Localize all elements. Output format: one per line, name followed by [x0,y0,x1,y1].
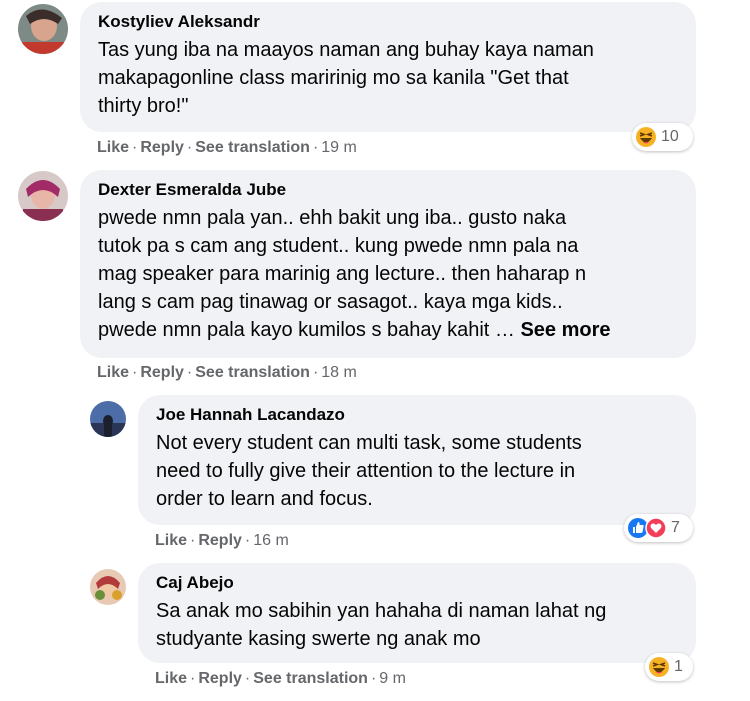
like-link[interactable]: Like [97,139,129,156]
comment-line: tutok pa s cam ang student.. kung pwede … [98,235,579,257]
like-link[interactable]: Like [97,364,129,381]
reply-link[interactable]: Reply [140,364,184,381]
reply-line: Sa anak mo sabihin yan hahaha di naman l… [156,600,607,622]
avatar[interactable] [90,401,126,437]
separator: · [190,532,196,549]
separator: · [132,364,138,381]
comment-line: mag speaker para marinig ang lecture.. t… [98,263,587,285]
comment-author[interactable]: Kostyliev Aleksandr [98,11,678,33]
separator: · [132,139,138,156]
separator: · [370,670,377,687]
comment-actions: Like · Reply · See translation · 19 m [97,139,357,157]
comment-author[interactable]: Dexter Esmeralda Jube [98,179,678,201]
reaction-badge[interactable]: 10 [632,123,693,151]
reply-author[interactable]: Caj Abejo [156,572,678,594]
comment-line: pwede nmn pala kayo kumilos s bahay kahi… [98,316,678,344]
separator: · [190,670,196,687]
like-link[interactable]: Like [155,670,187,687]
reaction-badge[interactable]: 7 [624,514,693,542]
see-translation-link[interactable]: See translation [253,670,368,687]
like-link[interactable]: Like [155,532,187,549]
avatar[interactable] [18,4,68,54]
reaction-count: 7 [671,519,680,536]
reply-line: order to learn and focus. [156,488,373,510]
comment-bubble: Kostyliev Aleksandr Tas yung iba na maay… [80,2,696,132]
comment-line-text: pwede nmn pala kayo kumilos s bahay kahi… [98,319,521,341]
reply-line: Not every student can multi task, some s… [156,432,582,454]
separator: · [312,364,319,381]
comment-line: Tas yung iba na maayos naman ang buhay k… [98,39,594,61]
reply-author[interactable]: Joe Hannah Lacandazo [156,404,678,426]
love-icon [645,517,667,539]
reply-link[interactable]: Reply [140,139,184,156]
timestamp[interactable]: 16 m [253,532,289,549]
reply-link[interactable]: Reply [198,532,242,549]
separator: · [244,670,251,687]
see-translation-link[interactable]: See translation [195,364,310,381]
comment-line: makapagonline class maririnig mo sa kani… [98,67,569,89]
reply-actions: Like · Reply · 16 m [155,532,289,550]
separator: · [186,139,193,156]
comment-line: pwede nmn pala yan.. ehh bakit ung iba..… [98,207,567,229]
reaction-badge[interactable]: 1 [645,653,693,681]
timestamp[interactable]: 9 m [379,670,406,687]
reaction-count: 10 [661,128,679,145]
reply-text: Sa anak mo sabihin yan hahaha di naman l… [156,597,678,653]
separator: · [186,364,193,381]
haha-icon [648,656,670,678]
comment-bubble: Dexter Esmeralda Jube pwede nmn pala yan… [80,170,696,358]
reply-line: need to fully give their attention to th… [156,460,576,482]
timestamp[interactable]: 19 m [321,139,357,156]
reply-bubble: Caj Abejo Sa anak mo sabihin yan hahaha … [138,563,696,663]
reply-line: studyante kasing swerte ng anak mo [156,628,481,650]
comment-text: pwede nmn pala yan.. ehh bakit ung iba..… [98,204,678,344]
comment-text: Tas yung iba na maayos naman ang buhay k… [98,36,678,120]
comment-line: lang s cam pag tinawag or sasagot.. kaya… [98,291,563,313]
reply-bubble: Joe Hannah Lacandazo Not every student c… [138,395,696,525]
see-more-link[interactable]: See more [520,319,610,341]
comment-line: thirty bro!" [98,95,189,117]
avatar[interactable] [90,569,126,605]
reply-link[interactable]: Reply [198,670,242,687]
reply-actions: Like · Reply · See translation · 9 m [155,670,406,688]
haha-icon [635,126,657,148]
reply-text: Not every student can multi task, some s… [156,429,678,513]
separator: · [312,139,319,156]
comment-actions: Like · Reply · See translation · 18 m [97,364,357,382]
separator: · [244,532,251,549]
timestamp[interactable]: 18 m [321,364,357,381]
avatar[interactable] [18,171,68,221]
reaction-count: 1 [674,658,683,675]
see-translation-link[interactable]: See translation [195,139,310,156]
